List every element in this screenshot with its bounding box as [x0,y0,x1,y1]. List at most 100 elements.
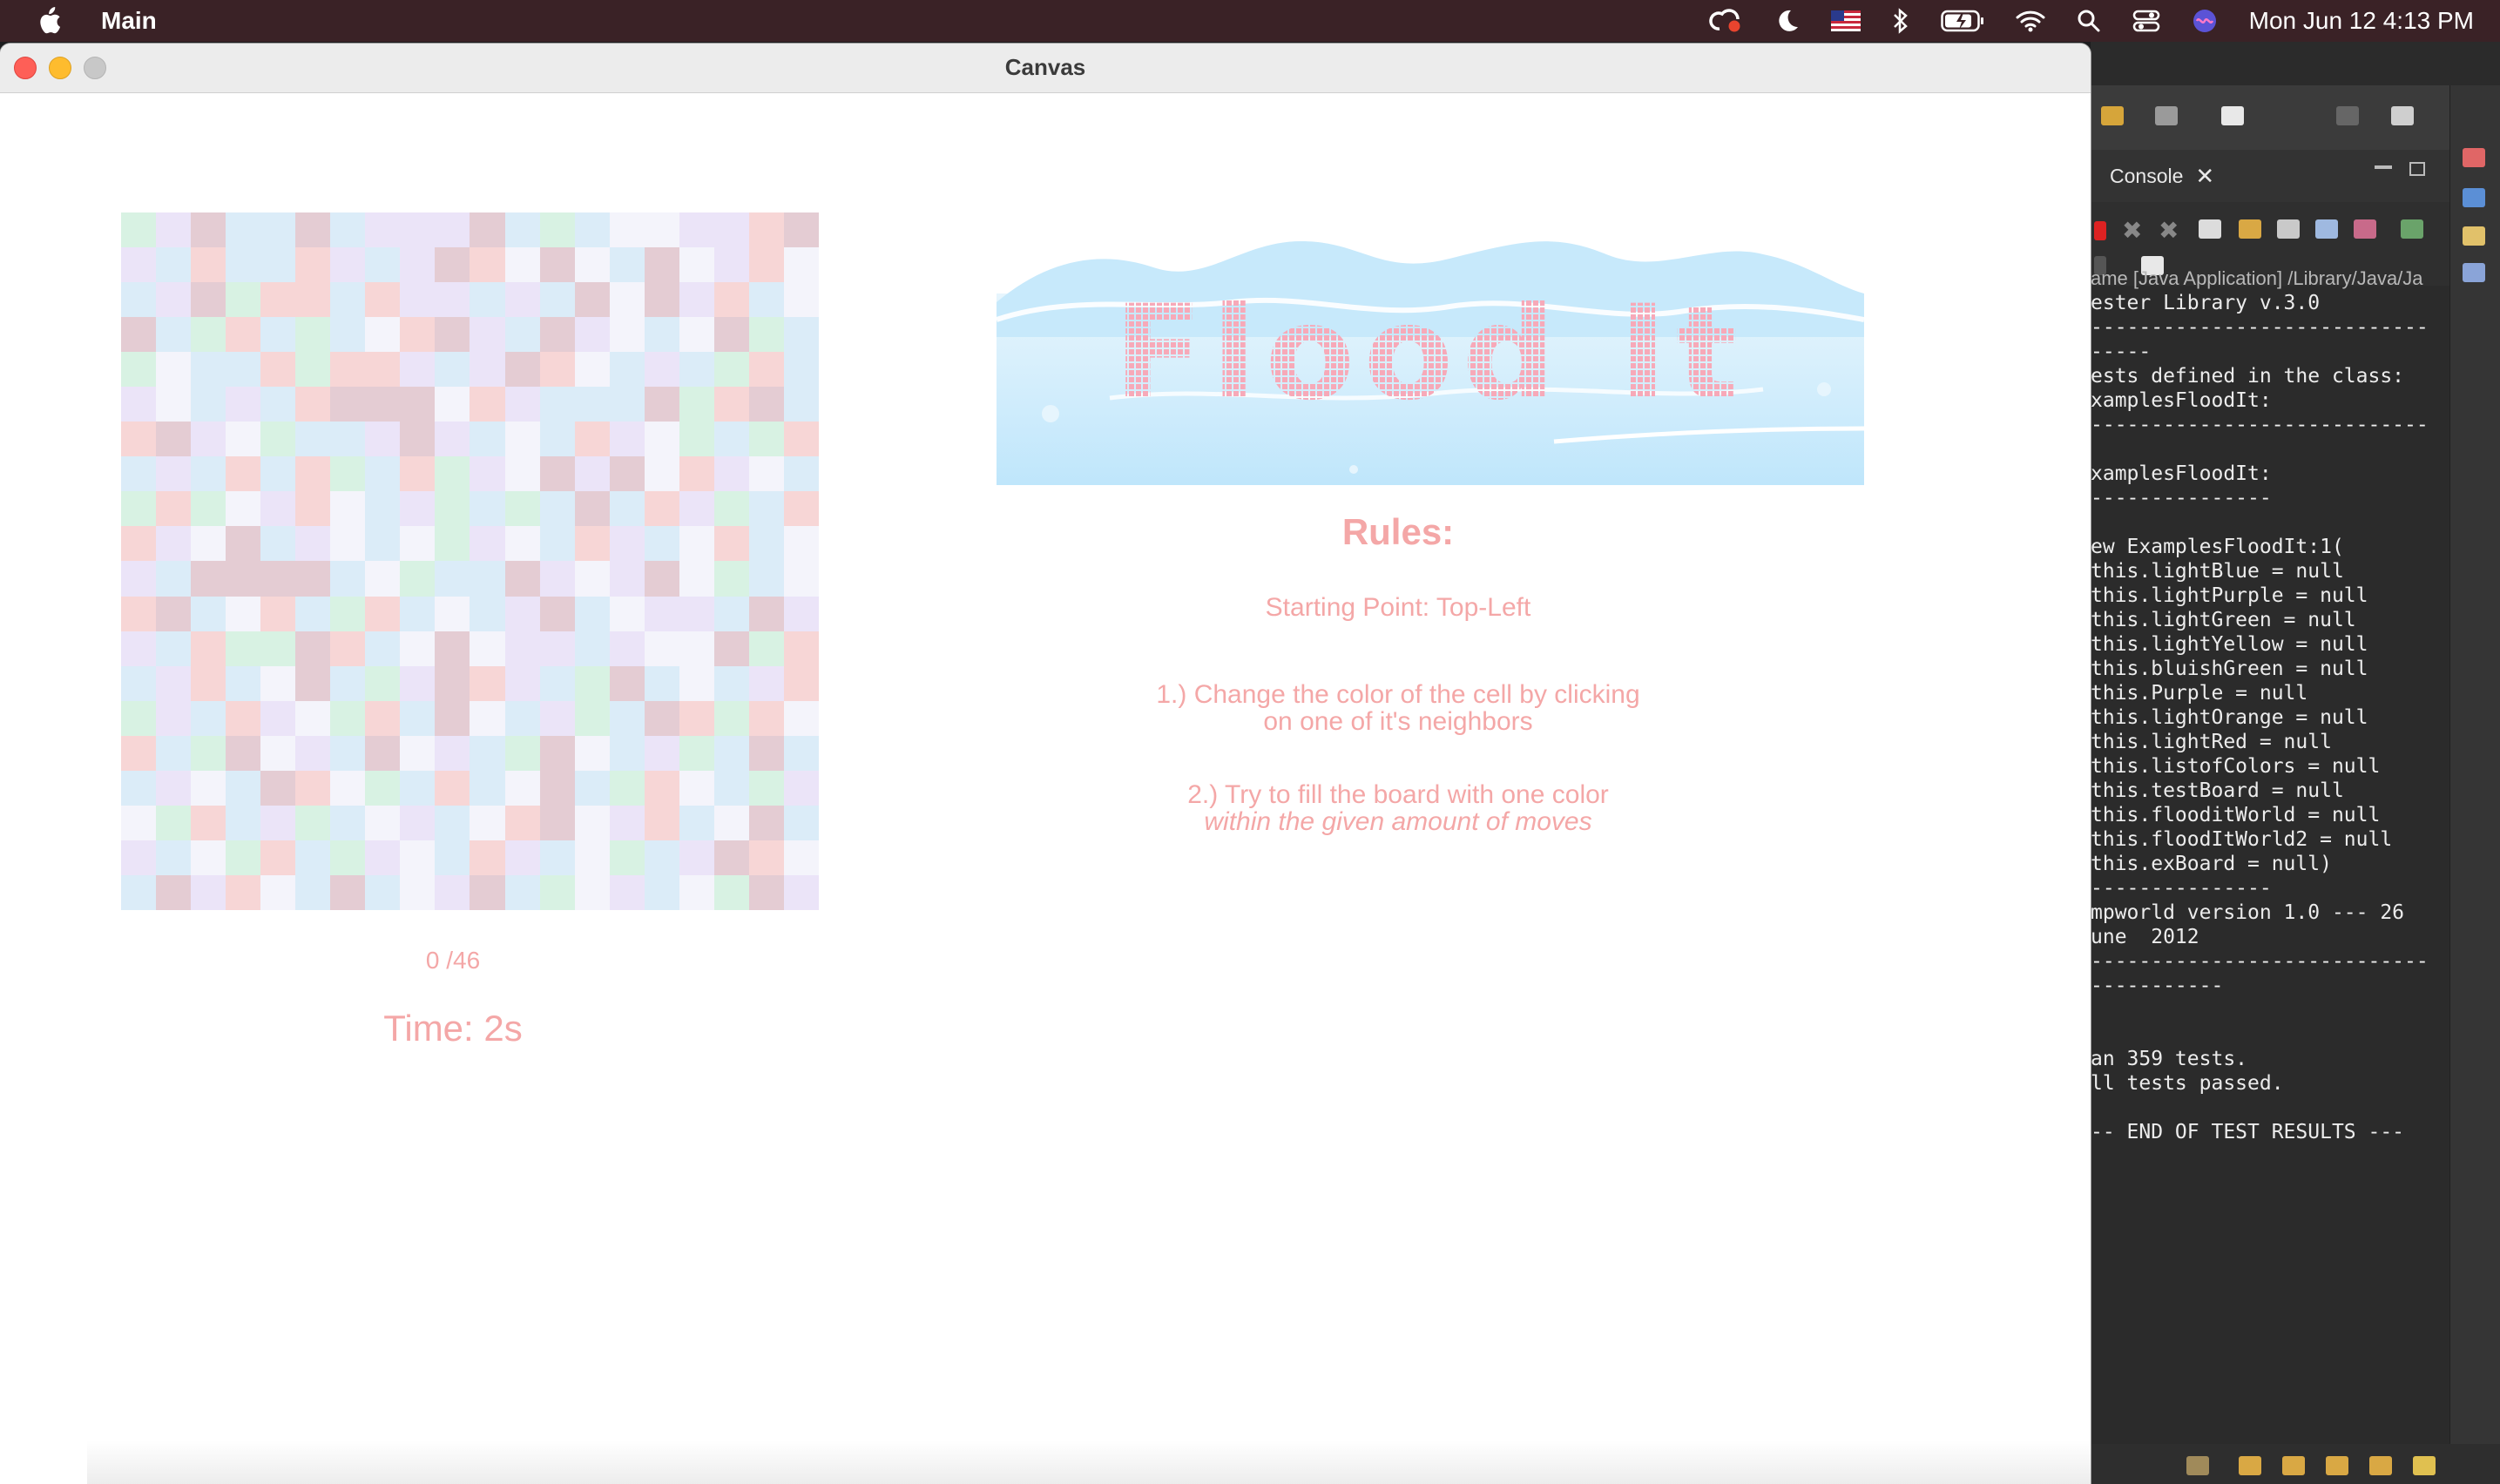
board-cell[interactable] [470,387,505,422]
board-cell[interactable] [400,212,436,248]
maximize-view-icon[interactable] [2409,162,2425,176]
board-cell[interactable] [609,422,645,457]
board-cell[interactable] [330,247,366,283]
board-cell[interactable] [609,561,645,597]
board-cell[interactable] [260,665,296,701]
board-cell[interactable] [330,805,366,840]
board-cell[interactable] [679,735,714,771]
board-cell[interactable] [260,247,296,283]
board-cell[interactable] [783,491,819,527]
board-cell[interactable] [365,247,401,283]
board-cell[interactable] [365,212,401,248]
board-cell[interactable] [609,770,645,806]
board-cell[interactable] [783,247,819,283]
board-cell[interactable] [504,247,540,283]
board-cell[interactable] [470,491,505,527]
board-cell[interactable] [121,665,157,701]
scroll-lock-icon[interactable] [2239,219,2261,239]
board-cell[interactable] [365,805,401,840]
board-cell[interactable] [226,665,261,701]
board-cell[interactable] [121,491,157,527]
board-cell[interactable] [330,387,366,422]
board-cell[interactable] [226,596,261,631]
board-cell[interactable] [783,561,819,597]
board-cell[interactable] [748,491,784,527]
board-cell[interactable] [713,387,749,422]
board-cell[interactable] [260,282,296,318]
board-cell[interactable] [504,874,540,910]
board-cell[interactable] [470,805,505,840]
board-cell[interactable] [330,874,366,910]
board-cell[interactable] [609,596,645,631]
board-cell[interactable] [156,665,192,701]
close-icon[interactable]: ✕ [2195,163,2214,190]
board-cell[interactable] [783,282,819,318]
board-cell[interactable] [295,805,331,840]
board-cell[interactable] [574,665,610,701]
board-cell[interactable] [504,700,540,736]
board-cell[interactable] [748,805,784,840]
board-cell[interactable] [121,700,157,736]
board-cell[interactable] [226,247,261,283]
board-cell[interactable] [191,352,226,388]
open-console-icon[interactable] [2401,219,2423,239]
board-cell[interactable] [435,561,470,597]
board-cell[interactable] [400,596,436,631]
board-cell[interactable] [435,456,470,492]
board-cell[interactable] [574,735,610,771]
board-cell[interactable] [609,387,645,422]
board-cell[interactable] [574,491,610,527]
board-cell[interactable] [748,317,784,353]
board-cell[interactable] [365,874,401,910]
board-cell[interactable] [539,805,575,840]
moon-icon[interactable] [1775,9,1800,33]
terminate-icon[interactable] [2094,221,2106,240]
board-cell[interactable] [504,770,540,806]
board-cell[interactable] [121,561,157,597]
battery-icon[interactable] [1940,10,1984,32]
board-cell[interactable] [191,665,226,701]
board-cell[interactable] [644,526,679,562]
board-cell[interactable] [679,387,714,422]
board-cell[interactable] [260,631,296,666]
board-cell[interactable] [504,387,540,422]
board-cell[interactable] [713,735,749,771]
game-board[interactable] [121,212,819,910]
board-cell[interactable] [226,770,261,806]
board-cell[interactable] [609,212,645,248]
board-cell[interactable] [260,317,296,353]
status-icon-4[interactable] [2326,1456,2348,1475]
board-cell[interactable] [400,561,436,597]
board-cell[interactable] [679,422,714,457]
board-cell[interactable] [191,561,226,597]
board-cell[interactable] [470,700,505,736]
board-cell[interactable] [539,491,575,527]
board-cell[interactable] [713,282,749,318]
board-cell[interactable] [539,840,575,875]
board-cell[interactable] [644,805,679,840]
board-cell[interactable] [295,874,331,910]
board-cell[interactable] [609,874,645,910]
creative-cloud-icon[interactable] [1708,8,1744,34]
board-cell[interactable] [644,735,679,771]
game-canvas[interactable]: 0 /46 Time: 2s Flood It Rules: Starting … [0,93,2091,1484]
board-cell[interactable] [783,596,819,631]
board-cell[interactable] [400,352,436,388]
board-cell[interactable] [748,422,784,457]
board-cell[interactable] [539,770,575,806]
board-cell[interactable] [644,387,679,422]
board-cell[interactable] [783,212,819,248]
board-cell[interactable] [713,422,749,457]
board-cell[interactable] [470,665,505,701]
board-cell[interactable] [435,212,470,248]
board-cell[interactable] [748,840,784,875]
board-cell[interactable] [295,840,331,875]
board-cell[interactable] [400,874,436,910]
board-cell[interactable] [365,840,401,875]
back-icon[interactable] [2101,106,2124,125]
board-cell[interactable] [644,317,679,353]
board-cell[interactable] [470,596,505,631]
board-cell[interactable] [365,387,401,422]
board-cell[interactable] [539,665,575,701]
new-window-icon[interactable] [2221,106,2244,125]
